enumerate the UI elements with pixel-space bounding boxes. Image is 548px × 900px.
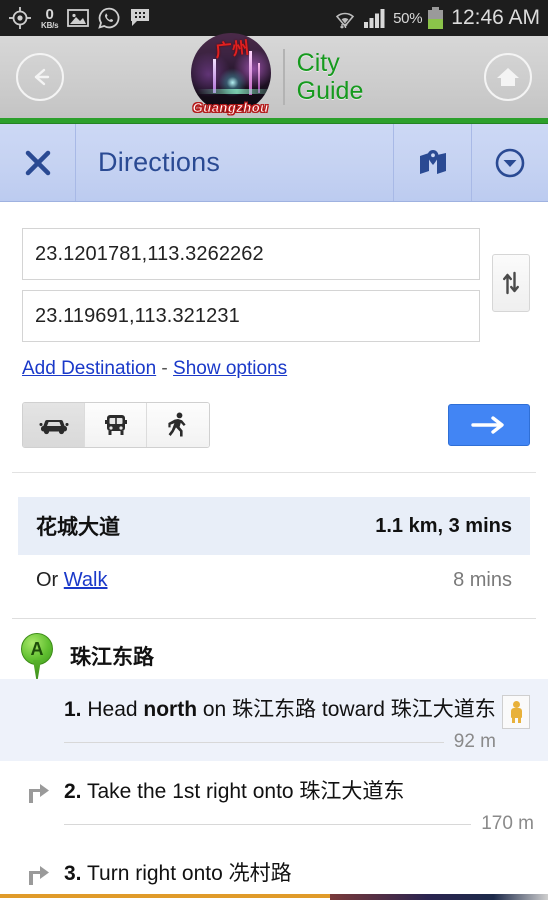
walk-icon xyxy=(168,412,186,437)
step-content: 1. Head north on 珠江东路 toward 珠江大道东 92 m xyxy=(58,689,496,761)
directions-toolbar: Directions xyxy=(0,124,548,202)
add-destination-link[interactable]: Add Destination xyxy=(22,358,156,379)
street-view-pegman-icon[interactable] xyxy=(502,695,530,729)
arrow-right-icon xyxy=(471,416,504,434)
step-text-before: Take the 1st right onto 珠江大道东 xyxy=(81,780,405,803)
status-bar-left-icons: 0 KB/s xyxy=(8,6,333,30)
close-directions-button[interactable] xyxy=(0,124,76,201)
step-item[interactable]: 2. Take the 1st right onto 珠江大道东 170 m xyxy=(0,761,548,843)
step-distance: 170 m xyxy=(481,813,534,834)
home-icon xyxy=(497,68,519,86)
step-distance: 92 m xyxy=(453,731,496,752)
map-icon xyxy=(419,149,446,174)
battery-icon xyxy=(428,7,444,29)
app-title: City Guide xyxy=(296,49,364,105)
car-icon xyxy=(39,420,68,435)
show-on-map-button[interactable] xyxy=(394,124,472,201)
status-bar-clock: 12:46 AM xyxy=(451,6,540,29)
app-branding: 广州 Guangzhou City Guide xyxy=(64,33,484,119)
alternate-route-row: Or Walk 8 mins xyxy=(18,555,530,592)
step-icon-slot xyxy=(18,689,58,699)
route-summary-row[interactable]: 花城大道 1.1 km, 3 mins xyxy=(18,497,530,555)
gallery-icon xyxy=(67,9,90,27)
section-divider xyxy=(12,472,536,473)
step-text-before: Head xyxy=(81,698,144,721)
travel-mode-transit[interactable] xyxy=(85,403,147,447)
step-text-bold: north xyxy=(143,698,198,721)
network-speed-indicator: 0 KB/s xyxy=(41,5,59,30)
alternate-prefix: Or xyxy=(36,569,64,591)
walk-route-link[interactable]: Walk xyxy=(64,569,108,591)
location-inputs: 23.1201781,113.3262262 23.119691,113.321… xyxy=(22,228,480,342)
show-options-link[interactable]: Show options xyxy=(173,358,287,379)
step-content: 2. Take the 1st right onto 珠江大道东 170 m xyxy=(58,771,534,843)
step-text: 3. Turn right onto 冼村路 xyxy=(64,853,534,889)
step-text-before: Turn right onto 冼村路 xyxy=(81,862,292,885)
travel-mode-driving[interactable] xyxy=(23,403,85,447)
step-distance-row: 92 m xyxy=(64,725,496,761)
android-status-bar: 0 KB/s 50% 12:46 AM xyxy=(0,0,548,36)
back-arrow-icon xyxy=(34,68,50,86)
step-text-after: on 珠江东路 toward 珠江大道东 xyxy=(197,698,496,721)
back-button[interactable] xyxy=(16,53,64,101)
network-speed-unit: KB/s xyxy=(41,20,59,30)
origin-marker-letter: A xyxy=(30,639,44,659)
form-links: Add Destination - Show options xyxy=(0,342,548,380)
origin-marker-icon: A xyxy=(18,633,56,679)
step-text: 1. Head north on 珠江东路 toward 珠江大道东 xyxy=(64,689,496,725)
origin-input[interactable]: 23.1201781,113.3262262 xyxy=(22,228,480,280)
directions-steps-list: A 珠江东路 1. Head north on 珠江东路 toward 珠江大道… xyxy=(0,619,548,900)
battery-percent-label: 50% xyxy=(393,9,423,27)
bottom-cutoff-banner xyxy=(0,894,548,900)
whatsapp-icon xyxy=(98,7,120,29)
step-item[interactable]: 3. Turn right onto 冼村路 160 m xyxy=(0,843,548,900)
alternate-route-duration: 8 mins xyxy=(453,569,512,591)
city-logo: 广州 Guangzhou xyxy=(185,33,277,119)
step-item[interactable]: 1. Head north on 珠江东路 toward 珠江大道东 92 m xyxy=(0,679,548,761)
step-number: 2. xyxy=(64,780,82,803)
step-icon-slot xyxy=(18,853,58,887)
step-distance-row: 170 m xyxy=(64,807,534,843)
chevron-down-circle-icon xyxy=(495,148,525,177)
step-content: 3. Turn right onto 冼村路 160 m xyxy=(58,853,534,900)
origin-row: A 珠江东路 xyxy=(0,619,548,679)
status-bar-right-icons: 50% 12:46 AM xyxy=(333,6,540,30)
swap-locations-button[interactable] xyxy=(492,254,530,312)
bus-icon xyxy=(104,415,127,435)
turn-right-icon xyxy=(29,784,49,803)
home-button[interactable] xyxy=(484,53,532,101)
app-header: 广州 Guangzhou City Guide xyxy=(0,33,548,119)
city-logo-banner: Guangzhou xyxy=(192,100,269,116)
directions-panel: 23.1201781,113.3262262 23.119691,113.321… xyxy=(0,202,548,900)
step-number: 1. xyxy=(64,698,82,721)
directions-title-cell: Directions xyxy=(76,124,394,201)
wifi-icon xyxy=(336,12,355,29)
travel-mode-group xyxy=(22,402,210,448)
step-text: 2. Take the 1st right onto 珠江大道东 xyxy=(64,771,534,807)
location-inputs-row: 23.1201781,113.3262262 23.119691,113.321… xyxy=(0,202,548,342)
route-distance-duration: 1.1 km, 3 mins xyxy=(375,514,512,537)
title-divider xyxy=(282,49,285,105)
app-root: 0 KB/s 50% 12:46 AM 广州 Guangzhou City Gu… xyxy=(0,0,548,900)
travel-modes-row xyxy=(0,380,548,448)
gps-icon xyxy=(9,7,31,29)
step-number: 3. xyxy=(64,862,82,885)
alternate-route-label: Or Walk xyxy=(36,569,107,592)
city-logo-chinese-name: 广州 xyxy=(213,38,250,62)
bbm-icon xyxy=(131,9,150,26)
origin-street-name: 珠江东路 xyxy=(70,646,154,669)
destination-input[interactable]: 23.119691,113.321231 xyxy=(22,290,480,342)
network-speed-value: 0 xyxy=(45,5,54,23)
signal-icon xyxy=(364,9,385,28)
directions-title: Directions xyxy=(98,147,221,177)
more-options-button[interactable] xyxy=(472,124,548,201)
links-separator: - xyxy=(156,358,174,379)
close-icon xyxy=(25,150,50,175)
get-directions-button[interactable] xyxy=(448,404,530,446)
route-name: 花城大道 xyxy=(36,516,120,539)
step-icon-slot xyxy=(18,771,58,805)
travel-mode-walking[interactable] xyxy=(147,403,209,447)
turn-right-icon xyxy=(29,866,49,885)
swap-vertical-icon xyxy=(503,271,519,295)
